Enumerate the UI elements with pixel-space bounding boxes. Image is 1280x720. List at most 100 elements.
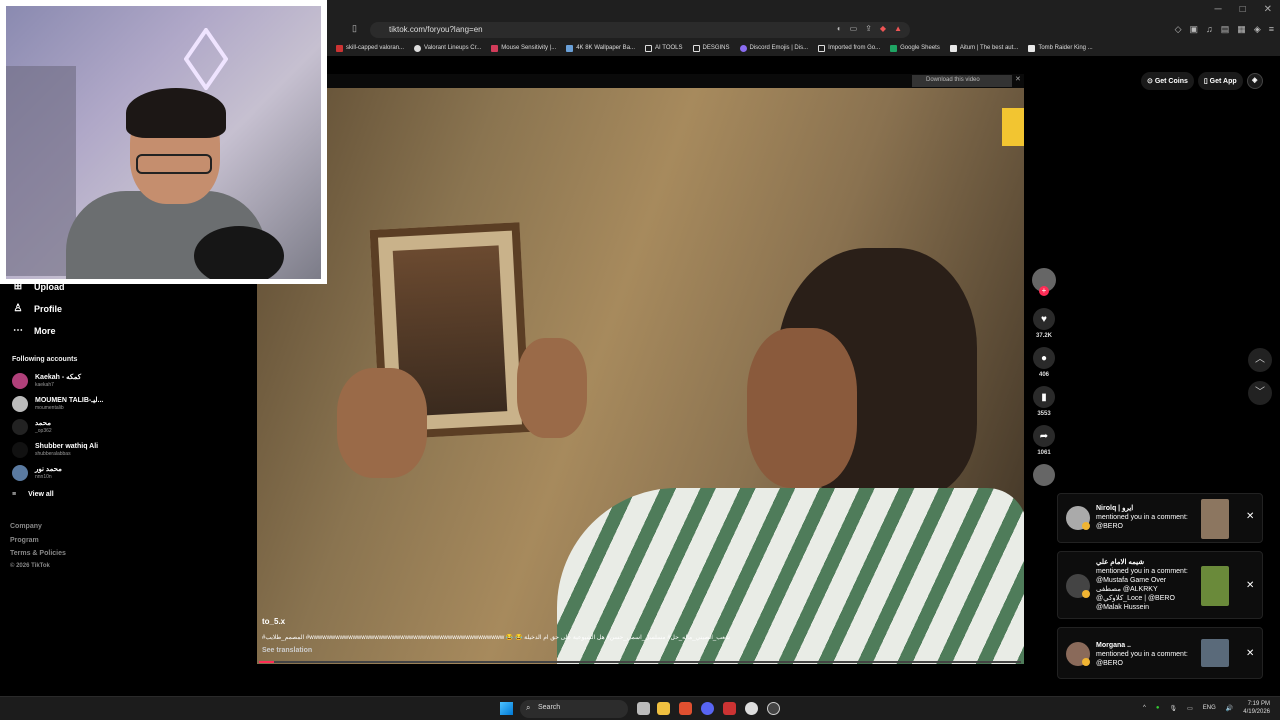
list-icon: ≡ (12, 491, 17, 498)
volume-icon[interactable]: 🔊 (1226, 705, 1233, 712)
nav-more[interactable]: ⋯ More (12, 325, 56, 336)
bookmark-folder[interactable]: Imported from Go... (818, 44, 880, 52)
close-icon[interactable]: ✕ (1246, 580, 1254, 591)
following-account[interactable]: محمد نور nnn10n (12, 465, 62, 481)
like-button[interactable]: ♥ 37.2K (1031, 308, 1057, 339)
footer-company[interactable]: Company (10, 523, 42, 530)
taskbar-search[interactable]: ⌕ Search (520, 700, 628, 718)
bookmark[interactable]: skill-capped valoran... (336, 44, 404, 52)
footer-terms[interactable]: Terms & Policies (10, 550, 66, 557)
share-icon[interactable]: ⇪ (865, 24, 872, 33)
start-icon[interactable] (500, 702, 513, 715)
microphone-icon[interactable]: 🎙 (1170, 705, 1178, 712)
brave-browser-icon[interactable] (679, 702, 692, 715)
footer-copyright: © 2026 TikTok (10, 563, 50, 569)
coin-icon: ⊙ (1147, 78, 1155, 85)
bookmark-folder[interactable]: AI TOOLS (645, 44, 683, 52)
status-icon[interactable]: ● (1156, 705, 1160, 711)
music-disc-button[interactable] (1031, 464, 1057, 486)
address-bar[interactable]: tiktok.com/foryou?lang=en ◐ ▭ ⇪ ◆ ▲ (370, 22, 910, 38)
following-account[interactable]: MOUMEN TALIB-ليـ... moumentalib (12, 396, 103, 412)
video-username[interactable]: to_5.x (262, 617, 285, 626)
get-coins-button[interactable]: ⊙ Get Coins (1141, 72, 1194, 90)
brave-shield-icon[interactable]: ◆ (880, 24, 886, 33)
creator-avatar-button[interactable]: + (1031, 268, 1057, 296)
music-icon[interactable]: ♫ (1206, 24, 1213, 35)
window-controls: ─ □ ✕ (1214, 4, 1272, 15)
see-translation-link[interactable]: See translation (262, 647, 312, 654)
steam-icon[interactable] (767, 702, 780, 715)
profile-icon: ♙ (13, 303, 23, 314)
maximize-icon[interactable]: □ (1240, 4, 1246, 15)
discord-icon[interactable] (701, 702, 714, 715)
download-video-button[interactable]: Download this video (912, 75, 1012, 87)
bookmark[interactable]: Google Sheets (890, 44, 940, 52)
chevron-down-icon: ﹀ (1255, 387, 1265, 398)
following-account[interactable]: Shubber wathiq Ali shubberalabbas (12, 442, 98, 458)
notification-thumbnail (1201, 499, 1229, 539)
footer-program[interactable]: Program (10, 537, 39, 544)
next-video-button[interactable]: ﹀ (1248, 381, 1272, 405)
close-icon[interactable]: ✕ (1015, 75, 1021, 83)
avatar: + (1032, 268, 1056, 296)
url-text[interactable]: tiktok.com/foryou?lang=en (389, 25, 483, 34)
bookmark-label: 4K 8K Wallpaper Ba... (576, 45, 636, 51)
close-icon[interactable]: ✕ (1246, 648, 1254, 659)
following-account[interactable]: Kaekah - كمكه kaekah7 (12, 373, 81, 389)
bookmark-label: Valorant Lineups Cr... (424, 45, 482, 51)
nav-profile[interactable]: ♙ Profile (12, 303, 63, 314)
close-window-icon[interactable]: ✕ (1264, 4, 1272, 15)
chevron-up-icon[interactable]: ^ (1143, 705, 1146, 711)
save-button[interactable]: ▮ 3553 (1031, 386, 1057, 417)
task-view-icon[interactable] (637, 702, 650, 715)
view-all-link[interactable]: ≡ View all (12, 491, 54, 498)
following-account[interactable]: محمد _op362 (12, 419, 52, 435)
wallet-icon[interactable]: ▦ (1237, 24, 1246, 35)
app-icon[interactable] (723, 702, 736, 715)
bookmark-label: AI TOOLS (655, 45, 683, 51)
language-indicator[interactable]: ENG (1203, 705, 1216, 711)
avatar (12, 373, 28, 389)
share-button[interactable]: ➦ 1061 (1031, 425, 1057, 456)
heart-icon: ♥ (1033, 308, 1055, 330)
obs-icon[interactable] (745, 702, 758, 715)
notification-text: شيمه الامام علي mentioned you in a comme… (1096, 558, 1188, 612)
previous-video-button[interactable]: ︿ (1248, 348, 1272, 372)
get-app-button[interactable]: ▯ Get App (1197, 72, 1243, 90)
vpn-icon[interactable]: ◈ (1254, 24, 1261, 35)
share-icon: ➦ (1033, 425, 1055, 447)
bookmark[interactable]: Valorant Lineups Cr... (414, 44, 482, 52)
extension-icon[interactable]: ▣ (1190, 24, 1199, 35)
bookmark-icon[interactable]: ▯ (352, 23, 357, 34)
video-progress-bar[interactable] (259, 661, 1021, 663)
notification-toast[interactable]: Nirolq | ايرو mentioned you in a comment… (1057, 493, 1263, 543)
network-icon[interactable]: ▭ (1187, 705, 1193, 712)
bookmark-folder[interactable]: DESGINS (692, 44, 730, 52)
menu-icon[interactable]: ≡ (1269, 24, 1274, 35)
sidebar-icon[interactable]: ▤ (1221, 24, 1230, 35)
bookmark[interactable]: 4K 8K Wallpaper Ba... (566, 44, 636, 52)
file-explorer-icon[interactable] (657, 702, 670, 715)
clock[interactable]: 7:19 PM 4/19/2026 (1243, 700, 1270, 716)
bookmark[interactable]: Discord Emojis | Dis... (739, 44, 808, 52)
mute-icon[interactable]: ◐ (837, 24, 842, 33)
minimize-icon[interactable]: ─ (1214, 4, 1221, 15)
follow-plus-icon[interactable]: + (1039, 286, 1049, 296)
search-icon: ⌕ (526, 703, 531, 712)
bookmark[interactable]: Mouse Sensitivity |... (491, 44, 556, 52)
bookmark[interactable]: Aitum | The best aut... (949, 44, 1018, 52)
account-menu-icon[interactable]: ◈ (1246, 73, 1263, 89)
notification-toast[interactable]: Morgana .. mentioned you in a comment: @… (1057, 627, 1263, 679)
cast-icon[interactable]: ▭ (850, 24, 858, 33)
video-player[interactable] (257, 88, 1024, 664)
notification-toast[interactable]: شيمه الامام علي mentioned you in a comme… (1057, 551, 1263, 619)
close-icon[interactable]: ✕ (1246, 511, 1254, 522)
rewards-icon[interactable]: ▲ (894, 24, 902, 33)
notification-text: Morgana .. mentioned you in a comment: @… (1096, 641, 1188, 668)
comment-button[interactable]: ● 406 (1031, 347, 1057, 378)
webcam-overlay (0, 0, 327, 284)
bookmark[interactable]: Tomb Raider King ... (1028, 44, 1093, 52)
extension-icon[interactable]: ◇ (1175, 24, 1182, 35)
bookmark-favicon (414, 44, 422, 52)
folder-icon (645, 44, 653, 52)
